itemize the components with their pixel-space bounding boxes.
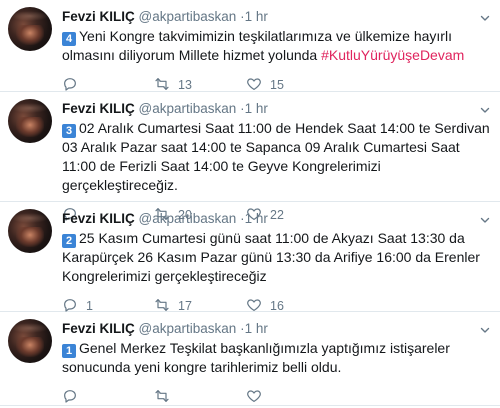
timestamp[interactable]: 1 hr [245,101,268,116]
tweet-header: Fevzi KILIÇ @akpartibaskan ·1 hr [62,100,490,117]
reply-count: 1 [86,299,93,313]
user-handle[interactable]: @akpartibaskan [139,101,237,116]
display-name[interactable]: Fevzi KILIÇ [62,9,135,24]
tweet-text: 3 02 Aralık Cumartesi Saat 11:00 de Hende… [62,119,490,195]
tweet[interactable]: Fevzi KILIÇ @akpartibaskan ·1 hr 3 02 Aral… [0,92,500,222]
tweet-body: 25 Kasım Cumartesi günü saat 11:00 de Ak… [62,230,480,284]
tweet-header: Fevzi KILIÇ @akpartibaskan ·1 hr [62,8,490,25]
tweet-actions [62,386,490,408]
tweet[interactable]: Fevzi KILIÇ @akpartibaskan ·1 hr 4 Yeni Ko… [0,0,500,92]
tweet[interactable]: Fevzi KILIÇ @akpartibaskan ·1 hr 1 Genel M… [0,312,500,406]
display-name[interactable]: Fevzi KILIÇ [62,101,135,116]
avatar[interactable] [8,99,52,143]
display-name[interactable]: Fevzi KILIÇ [62,211,135,226]
hashtag-link[interactable]: #KutluYürüyüşeDevam [321,47,464,63]
timestamp[interactable]: 1 hr [245,9,268,24]
timestamp[interactable]: 1 hr [245,211,268,226]
tweet-body: 02 Aralık Cumartesi Saat 11:00 de Hendek… [62,120,490,193]
like-count: 15 [270,78,284,92]
user-handle[interactable]: @akpartibaskan [139,211,237,226]
chevron-down-icon[interactable] [480,102,490,113]
retweet-button[interactable] [154,388,246,407]
display-name[interactable]: Fevzi KILIÇ [62,321,135,336]
avatar[interactable] [8,7,52,51]
avatar[interactable] [8,209,52,253]
chevron-down-icon[interactable] [480,212,490,223]
retweet-count: 13 [178,78,192,92]
tweet[interactable]: Fevzi KILIÇ @akpartibaskan ·1 hr 2 25 Kası… [0,202,500,313]
chevron-down-icon[interactable] [480,322,490,333]
keycap-number-badge: 2 [62,234,76,248]
tweet-header: Fevzi KILIÇ @akpartibaskan ·1 hr [62,320,490,337]
timeline: Fevzi KILIÇ @akpartibaskan ·1 hr 4 Yeni Ko… [0,0,500,406]
retweet-icon [154,388,178,407]
keycap-number-badge: 1 [62,344,76,358]
reply-icon [62,388,86,407]
user-handle[interactable]: @akpartibaskan [139,321,237,336]
reply-button[interactable] [62,388,154,407]
retweet-count: 17 [178,299,192,313]
like-count: 16 [270,299,284,313]
tweet-text: 2 25 Kasım Cumartesi günü saat 11:00 de A… [62,229,490,286]
keycap-number-badge: 4 [62,32,76,46]
tweet-header: Fevzi KILIÇ @akpartibaskan ·1 hr [62,210,490,227]
user-handle[interactable]: @akpartibaskan [139,9,237,24]
timestamp[interactable]: 1 hr [245,321,268,336]
tweet-text: 4 Yeni Kongre takvimimizin teşkilatlarımı… [62,27,490,65]
chevron-down-icon[interactable] [480,10,490,21]
tweet-body: Genel Merkez Teşkilat başkanlığımızla ya… [62,340,450,375]
tweet-text: 1 Genel Merkez Teşkilat başkanlığımızla y… [62,339,490,377]
heart-icon [246,388,270,407]
keycap-number-badge: 3 [62,124,76,138]
avatar[interactable] [8,319,52,363]
like-button[interactable] [246,388,338,407]
